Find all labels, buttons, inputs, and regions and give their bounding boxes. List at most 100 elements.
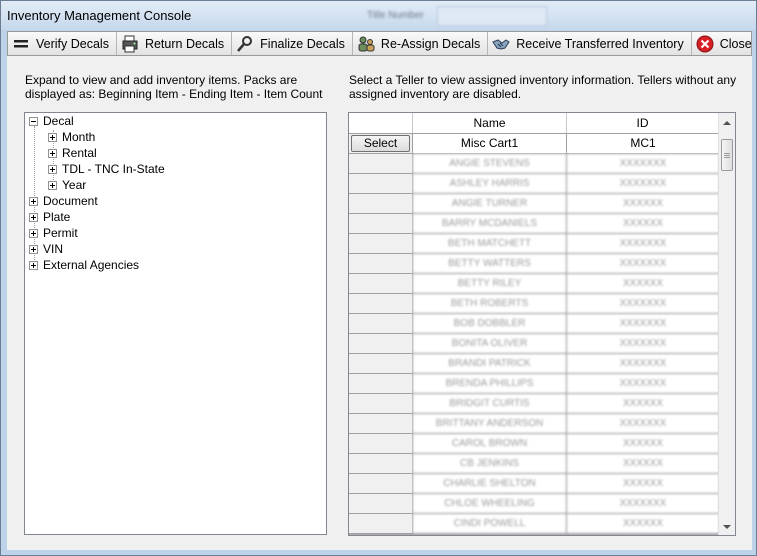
verify-decals-button[interactable]: Verify Decals <box>8 32 117 55</box>
tree-node-label: Decal <box>43 114 74 128</box>
tree-node-document[interactable]: Document <box>29 193 98 209</box>
teller-id-cell: XXXXXXX <box>567 494 720 514</box>
handshake-icon <box>492 35 510 53</box>
close-label: Close <box>719 36 752 51</box>
expand-toggle-icon[interactable] <box>29 228 38 238</box>
receive-transferred-inventory-button[interactable]: Receive Transferred Inventory <box>488 32 692 55</box>
teller-id-cell: XXXXXX <box>567 214 720 234</box>
tree-node-month[interactable]: Month <box>48 129 95 145</box>
table-row: CHARLIE SHELTON XXXXXX <box>349 474 720 494</box>
teller-name-cell: CHLOE WHEELING <box>413 494 567 514</box>
return-decals-button[interactable]: Return Decals <box>117 32 233 55</box>
column-header-name[interactable]: Name <box>413 113 567 133</box>
client-area: Expand to view and add inventory items. … <box>7 56 752 550</box>
tree-node-plate[interactable]: Plate <box>29 209 70 225</box>
row-header-cell <box>349 314 413 334</box>
table-row: CAROL BROWN XXXXXX <box>349 434 720 454</box>
collapse-toggle-icon[interactable] <box>29 116 38 126</box>
right-instructions-line-1: Select a Teller to view assigned invento… <box>349 73 737 87</box>
blurred-header-field <box>437 6 547 26</box>
close-button[interactable]: Close <box>692 32 757 55</box>
scroll-up-arrow-icon[interactable] <box>723 121 731 125</box>
tree-node-tdl-tnc-in-state[interactable]: TDL - TNC In-State <box>48 161 165 177</box>
close-circle-icon <box>696 35 714 53</box>
expand-toggle-icon[interactable] <box>48 164 57 174</box>
table-row: BETH MATCHETT XXXXXXX <box>349 234 720 254</box>
expand-toggle-icon[interactable] <box>48 148 57 158</box>
teller-name-cell: ANGIE STEVENS <box>413 154 567 174</box>
table-row: BETH ROBERTS XXXXXXX <box>349 294 720 314</box>
verify-decals-label: Verify Decals <box>36 36 109 51</box>
teller-id-cell: XXXXXXX <box>567 154 720 174</box>
teller-id-cell: XXXXXX <box>567 434 720 454</box>
teller-id-cell: XXXXXXX <box>567 414 720 434</box>
table-row: BRITTANY ANDERSON XXXXXXX <box>349 414 720 434</box>
finalize-decals-button[interactable]: Finalize Decals <box>232 32 353 55</box>
teller-id-cell: XXXXXX <box>567 274 720 294</box>
teller-name-cell: BONITA OLIVER <box>413 334 567 354</box>
menu-lines-icon <box>12 35 30 53</box>
row-header-cell <box>349 474 413 494</box>
teller-id-cell: XXXXXXX <box>567 234 720 254</box>
tree-node-label: Year <box>62 178 87 192</box>
teller-name-cell: BETH MATCHETT <box>413 234 567 254</box>
teller-name-cell: BETTY RILEY <box>413 274 567 294</box>
table-row: CHLOE WHEELING XXXXXXX <box>349 494 720 514</box>
window-title: Inventory Management Console <box>7 8 192 23</box>
row-header-cell: Select <box>349 134 413 154</box>
select-teller-button[interactable]: Select <box>351 135 410 152</box>
table-row: BRANDI PATRICK XXXXXXX <box>349 354 720 374</box>
row-header-corner <box>349 113 413 133</box>
tree-node-rental[interactable]: Rental <box>48 145 97 161</box>
reassign-decals-label: Re-Assign Decals <box>380 36 481 51</box>
tree-node-external-agencies[interactable]: External Agencies <box>29 257 139 273</box>
tree-node-label: TDL - TNC In-State <box>62 162 165 176</box>
teller-id-cell: XXXXXX <box>567 194 720 214</box>
teller-id-cell: XXXXXXX <box>567 374 720 394</box>
tree-node-year[interactable]: Year <box>48 177 86 193</box>
teller-name-cell: CB JENKINS <box>413 454 567 474</box>
row-header-cell <box>349 234 413 254</box>
inventory-console-window: Inventory Management Console Title Numbe… <box>0 0 757 556</box>
scroll-thumb[interactable] <box>721 139 733 171</box>
tree-node-label: Rental <box>62 146 97 160</box>
expand-toggle-icon[interactable] <box>29 260 38 270</box>
left-instructions: Expand to view and add inventory items. … <box>25 73 323 101</box>
tree-node-vin[interactable]: VIN <box>29 241 63 257</box>
teller-id-cell: XXXXXXX <box>567 314 720 334</box>
inventory-tree[interactable]: Decal Month Rental TDL - TNC In-State Ye… <box>24 112 327 535</box>
right-instructions: Select a Teller to view assigned invento… <box>349 73 736 101</box>
printer-return-icon <box>121 35 139 53</box>
table-row[interactable]: Select Misc Cart1 MC1 <box>349 134 720 154</box>
expand-toggle-icon[interactable] <box>29 244 38 254</box>
left-instructions-line-2: displayed as: Beginning Item - Ending It… <box>25 87 323 101</box>
expand-toggle-icon[interactable] <box>48 180 57 190</box>
teller-grid: Name ID Select Misc Cart1 MC1 ANGIE STEVENS… <box>348 112 736 536</box>
tree-node-label: Document <box>43 194 98 208</box>
table-row: BETTY WATTERS XXXXXXX <box>349 254 720 274</box>
tree-node-label: VIN <box>43 242 64 256</box>
table-row: ANGIE STEVENS XXXXXXX <box>349 154 720 174</box>
table-row: BARRY MCDANIELS XXXXXX <box>349 214 720 234</box>
row-header-cell <box>349 374 413 394</box>
tree-node-permit[interactable]: Permit <box>29 225 78 241</box>
column-header-id[interactable]: ID <box>567 113 719 133</box>
expand-toggle-icon[interactable] <box>29 196 38 206</box>
reassign-decals-button[interactable]: Re-Assign Decals <box>353 32 489 55</box>
finalize-decals-label: Finalize Decals <box>260 36 345 51</box>
table-row: ANGIE TURNER XXXXXX <box>349 194 720 214</box>
grid-vertical-scrollbar[interactable] <box>718 113 735 535</box>
teller-id-cell: XXXXXX <box>567 474 720 494</box>
expand-toggle-icon[interactable] <box>48 132 57 142</box>
tree-node-decal[interactable]: Decal <box>29 113 74 129</box>
tree-node-label: Permit <box>43 226 78 240</box>
tree-node-label: External Agencies <box>43 258 140 272</box>
teller-name-cell: Misc Cart1 <box>413 134 567 154</box>
table-row: CINDI POWELL XXXXXX <box>349 514 720 534</box>
row-header-cell <box>349 494 413 514</box>
expand-toggle-icon[interactable] <box>29 212 38 222</box>
teller-name-cell: BRIDGIT CURTIS <box>413 394 567 414</box>
scroll-down-arrow-icon[interactable] <box>723 525 731 529</box>
row-header-cell <box>349 294 413 314</box>
teller-name-cell: BETTY WATTERS <box>413 254 567 274</box>
